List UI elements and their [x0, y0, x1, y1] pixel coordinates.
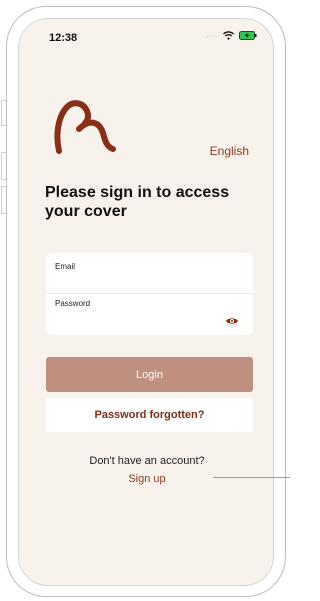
no-account-text: Don't have an account?	[89, 455, 205, 467]
email-field[interactable]	[55, 274, 235, 288]
password-label: Password	[55, 299, 91, 308]
sign-up-link[interactable]: Sign up	[19, 473, 273, 485]
email-label: Email	[55, 262, 76, 271]
eye-icon[interactable]	[225, 313, 239, 324]
login-button[interactable]: Login	[46, 357, 253, 392]
password-forgotten-label: Password forgotten?	[94, 409, 205, 421]
login-form: Email Password	[46, 253, 253, 335]
password-field[interactable]	[55, 311, 215, 325]
wifi-icon	[223, 31, 234, 40]
annotation-callout-line	[213, 477, 290, 478]
battery-charging-icon	[239, 31, 257, 40]
signal-dots: ....	[206, 32, 218, 39]
brand-logo-icon	[49, 99, 117, 155]
login-button-label: Login	[136, 368, 163, 381]
phone-screen: 12:38 .... English Please sign in to acc…	[18, 18, 274, 586]
password-forgotten-button[interactable]: Password forgotten?	[46, 398, 253, 432]
status-time: 12:38	[49, 32, 78, 44]
form-divider	[46, 293, 253, 294]
status-icons: ....	[206, 31, 257, 40]
language-selector[interactable]: English	[210, 144, 249, 158]
page-title: Please sign in to access your cover	[45, 184, 230, 220]
